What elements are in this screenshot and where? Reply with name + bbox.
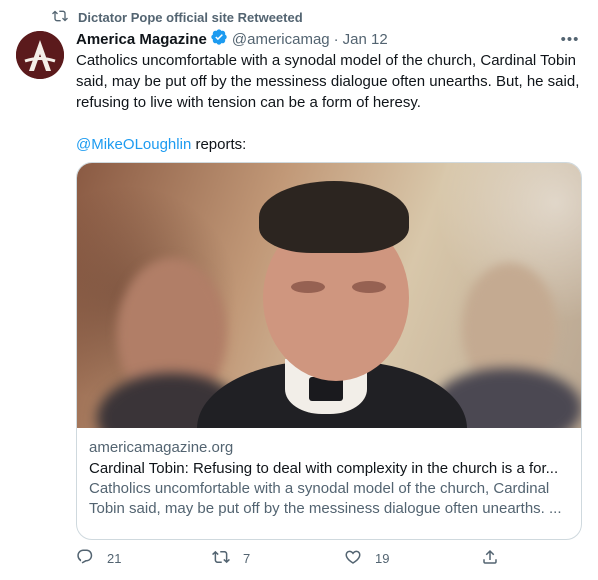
author-handle[interactable]: @americamag — [232, 31, 330, 48]
retweet-count: 7 — [243, 550, 251, 566]
tweet-actions: 21 7 19 — [76, 548, 499, 572]
tweet-header: America Magazine @americamag · Jan 12 ••… — [76, 29, 582, 49]
share-icon — [481, 548, 499, 569]
author-name[interactable]: America Magazine — [76, 31, 207, 48]
america-magazine-logo — [16, 31, 64, 79]
link-card[interactable]: americamagazine.org Cardinal Tobin: Refu… — [76, 162, 582, 540]
more-options-icon[interactable]: ••• — [558, 27, 582, 51]
tweet-reports-line: @MikeOLoughlin reports: — [76, 134, 582, 155]
like-count: 19 — [375, 550, 390, 566]
heart-icon — [344, 548, 362, 569]
card-domain: americamagazine.org — [89, 439, 234, 456]
retweet-context[interactable]: Dictator Pope official site Retweeted — [52, 8, 303, 26]
mention-link[interactable]: @MikeOLoughlin — [76, 136, 191, 153]
separator-dot: · — [333, 30, 339, 48]
reply-icon — [76, 548, 94, 569]
reports-text: reports: — [191, 136, 247, 153]
card-description: Catholics uncomfortable with a synodal m… — [89, 480, 562, 517]
card-image — [77, 163, 581, 428]
tweet-text: Catholics uncomfortable with a synodal m… — [76, 50, 582, 155]
reply-button[interactable]: 21 — [76, 548, 121, 568]
verified-badge-icon — [207, 28, 228, 50]
share-button[interactable] — [481, 548, 499, 568]
retweet-context-text: Dictator Pope official site Retweeted — [78, 9, 303, 25]
like-button[interactable]: 19 — [344, 548, 389, 568]
tweet-body: Catholics uncomfortable with a synodal m… — [76, 52, 580, 111]
author-avatar[interactable] — [16, 31, 64, 79]
retweet-icon — [212, 548, 230, 569]
retweet-icon — [52, 8, 68, 27]
reply-count: 21 — [107, 550, 122, 566]
tweet-date[interactable]: Jan 12 — [343, 31, 388, 48]
card-title: Cardinal Tobin: Refusing to deal with co… — [89, 460, 559, 477]
retweet-button[interactable]: 7 — [212, 548, 250, 568]
